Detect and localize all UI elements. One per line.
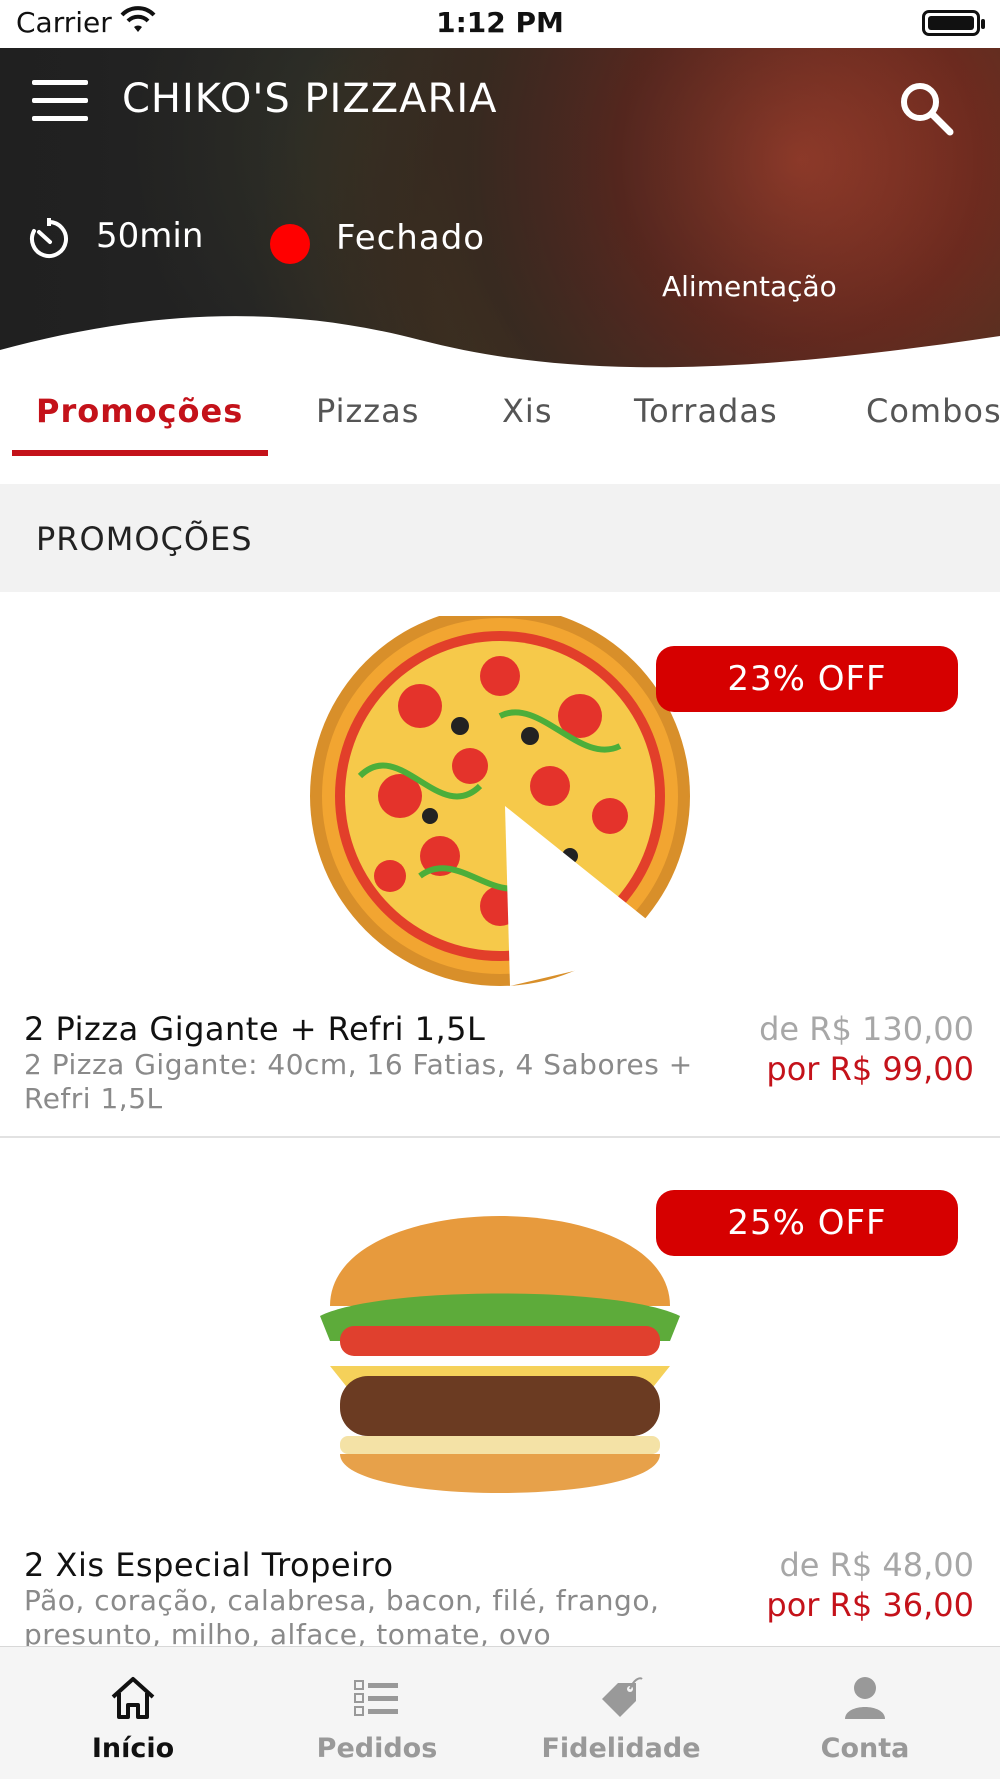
section-title: PROMOÇÕES	[36, 520, 253, 558]
price-promo: por R$ 36,00	[766, 1586, 974, 1624]
product-card[interactable]: 23% OFF 2 Pizza Gigante + Refri 1,5L 2 P…	[0, 592, 1000, 1138]
header-wave	[0, 316, 1000, 368]
tag-icon	[602, 1677, 643, 1717]
discount-badge: 25% OFF	[656, 1190, 958, 1256]
price-original: de R$ 130,00	[759, 1010, 974, 1048]
product-name: 2 Xis Especial Tropeiro	[24, 1546, 394, 1584]
tab-combos[interactable]: Combos	[866, 392, 1000, 430]
price-original: de R$ 48,00	[779, 1546, 974, 1584]
nav-conta[interactable]: Conta	[740, 1647, 990, 1779]
list-icon	[354, 1680, 398, 1716]
home-icon	[111, 1677, 155, 1719]
product-description: Pão, coração, calabresa, bacon, filé, fr…	[24, 1584, 660, 1646]
product-card[interactable]: 25% OFF 2 Xis Especial Tropeiro Pão, cor…	[0, 1138, 1000, 1646]
pizza-image	[310, 616, 690, 986]
nav-label: Fidelidade	[541, 1733, 701, 1764]
active-tab-indicator	[12, 450, 268, 456]
tab-promocoes[interactable]: Promoções	[36, 392, 243, 430]
product-description: 2 Pizza Gigante: 40cm, 16 Fatias, 4 Sabo…	[24, 1048, 693, 1115]
nav-pedidos[interactable]: Pedidos	[252, 1647, 502, 1779]
store-header: CHIKO'S PIZZARIA 50min Fechado Alimentaç…	[0, 48, 1000, 368]
category-tabs: Promoções Pizzas Xis Torradas Combos	[0, 368, 1000, 484]
user-icon	[845, 1677, 885, 1719]
section-header: PROMOÇÕES	[0, 484, 1000, 592]
price-promo: por R$ 99,00	[766, 1050, 974, 1088]
clock-time: 1:12 PM	[436, 6, 564, 39]
product-name: 2 Pizza Gigante + Refri 1,5L	[24, 1010, 486, 1048]
status-bar: Carrier 1:12 PM	[0, 0, 1000, 48]
discount-badge: 23% OFF	[656, 646, 958, 712]
bottom-navigation: Início Pedidos Fidelidade Conta	[0, 1646, 1000, 1779]
battery-icon	[922, 10, 985, 36]
nav-label: Pedidos	[316, 1733, 438, 1764]
tab-xis[interactable]: Xis	[502, 392, 552, 430]
burger-image	[320, 1216, 680, 1493]
tab-torradas[interactable]: Torradas	[634, 392, 778, 430]
nav-inicio[interactable]: Início	[8, 1647, 258, 1779]
nav-fidelidade[interactable]: Fidelidade	[496, 1647, 746, 1779]
tab-pizzas[interactable]: Pizzas	[316, 392, 419, 430]
nav-label: Início	[91, 1733, 175, 1764]
nav-label: Conta	[820, 1733, 910, 1764]
